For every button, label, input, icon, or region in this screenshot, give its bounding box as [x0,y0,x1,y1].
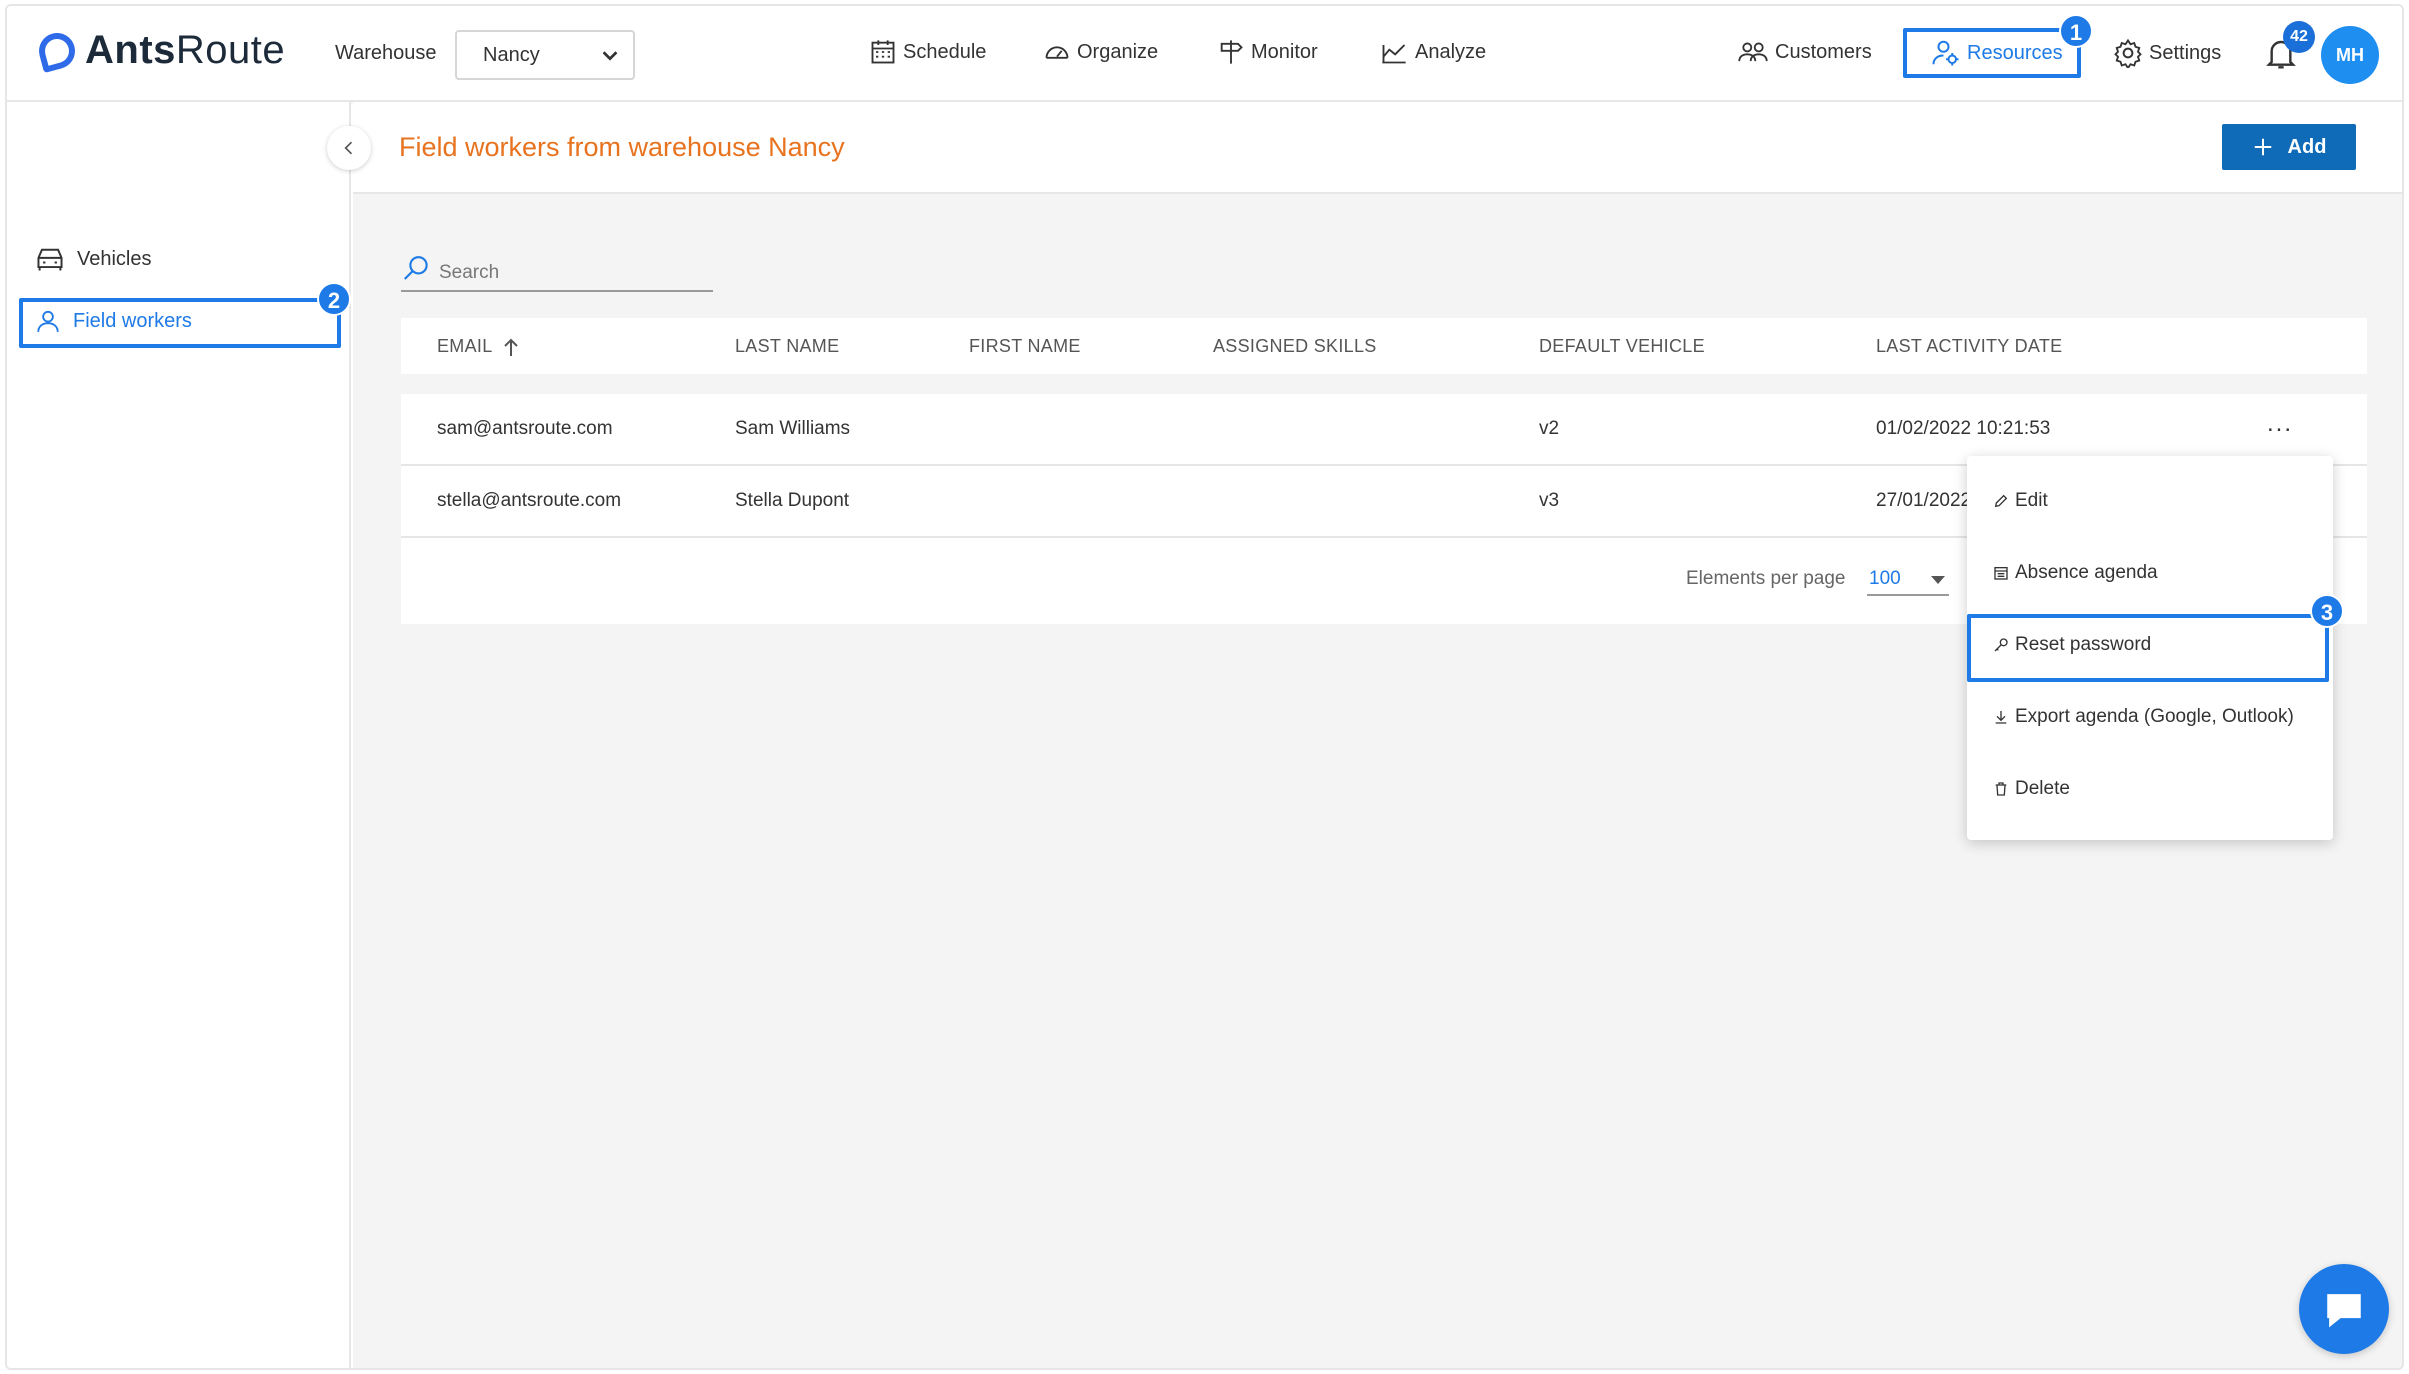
menu-item-delete[interactable]: Delete [1993,778,2070,800]
search-input[interactable] [439,262,699,284]
logo-icon [34,28,80,73]
step-3-badge: 3 [2310,594,2344,628]
cell-vehicle: v2 [1539,418,1560,439]
cell-activity: 27/01/2022 [1876,490,1972,511]
reset-password-highlight [1967,614,2329,682]
nav-monitor[interactable]: Monitor [1217,38,1318,66]
cell-email: stella@antsroute.com [437,490,622,511]
pencil-icon [1994,494,2008,508]
trash-icon [1995,782,2007,796]
menu-item-absence-agenda[interactable]: Absence agenda [1993,562,2158,584]
add-button[interactable]: Add [2222,124,2356,170]
warehouse-select[interactable]: Nancy [455,30,635,80]
field-workers-highlight [19,298,341,348]
cell-vehicle: v3 [1539,490,1560,511]
chevron-down-icon [602,51,618,61]
antsroute-logo[interactable]: AntsRoute [34,28,286,73]
column-last-activity-date[interactable]: LAST ACTIVITY DATE [1876,336,2062,357]
nav-schedule[interactable]: Schedule [869,38,986,66]
row-actions-button[interactable]: ... [2267,410,2293,438]
sidebar: Vehicles Field workers [7,102,351,1368]
search-icon [403,256,428,280]
chat-button[interactable] [2299,1264,2389,1354]
menu-item-edit[interactable]: Edit [1993,490,2048,512]
download-icon [1995,711,2007,724]
app-window: AntsRoute Warehouse Nancy Schedule Organ… [5,4,2404,1370]
calendar-icon [1994,567,2008,580]
warehouse-label: Warehouse [335,42,437,64]
dropdown-triangle-icon [1931,576,1945,584]
elements-per-page-select[interactable]: 100 [1867,562,1949,596]
cell-last-name: Sam Williams [735,418,851,439]
nav-customers[interactable]: Customers [1737,38,1872,66]
avatar[interactable]: MH [2321,26,2379,84]
calendar-icon [871,40,895,64]
column-first-name[interactable]: FIRST NAME [969,336,1081,357]
sort-arrow-up-icon [503,338,518,356]
step-2-badge: 2 [317,282,351,316]
nav-organize[interactable]: Organize [1043,38,1158,66]
chat-icon [2327,1294,2361,1328]
gear-icon [2114,38,2142,68]
cell-email: sam@antsroute.com [437,418,613,439]
signpost-icon [1220,40,1243,64]
menu-item-export-agenda[interactable]: Export agenda (Google, Outlook) [1993,706,2294,728]
plus-icon [2254,138,2271,156]
chart-icon [1382,44,1406,64]
column-assigned-skills[interactable]: ASSIGNED SKILLS [1213,336,1377,357]
notification-badge: 42 [2283,21,2315,53]
cell-activity: 01/02/2022 10:21:53 [1876,418,2051,439]
vehicle-icon [37,248,63,271]
resources-highlight [1903,28,2081,78]
table-header: EMAIL LAST NAME FIRST NAME ASSIGNED SKIL… [401,318,2367,374]
column-default-vehicle[interactable]: DEFAULT VEHICLE [1539,336,1705,357]
nav-settings[interactable]: Settings [2113,38,2221,68]
column-email[interactable]: EMAIL [437,336,519,357]
cell-last-name: Stella Dupont [735,490,850,511]
chevron-left-icon [344,141,353,155]
collapse-sidebar-button[interactable] [327,126,371,170]
page-title: Field workers from warehouse Nancy [399,132,845,162]
logo-text: AntsRoute [85,28,286,72]
gauge-icon [1045,46,1069,59]
search-bar [401,250,713,292]
pager-label: Elements per page [1686,568,1846,589]
sidebar-item-vehicles[interactable]: Vehicles [35,246,152,272]
customers-icon [1738,42,1768,62]
title-bar: Field workers from warehouse Nancy Add [353,102,2402,194]
column-last-name[interactable]: LAST NAME [735,336,839,357]
step-1-badge: 1 [2059,14,2093,48]
nav-analyze[interactable]: Analyze [1379,38,1486,66]
